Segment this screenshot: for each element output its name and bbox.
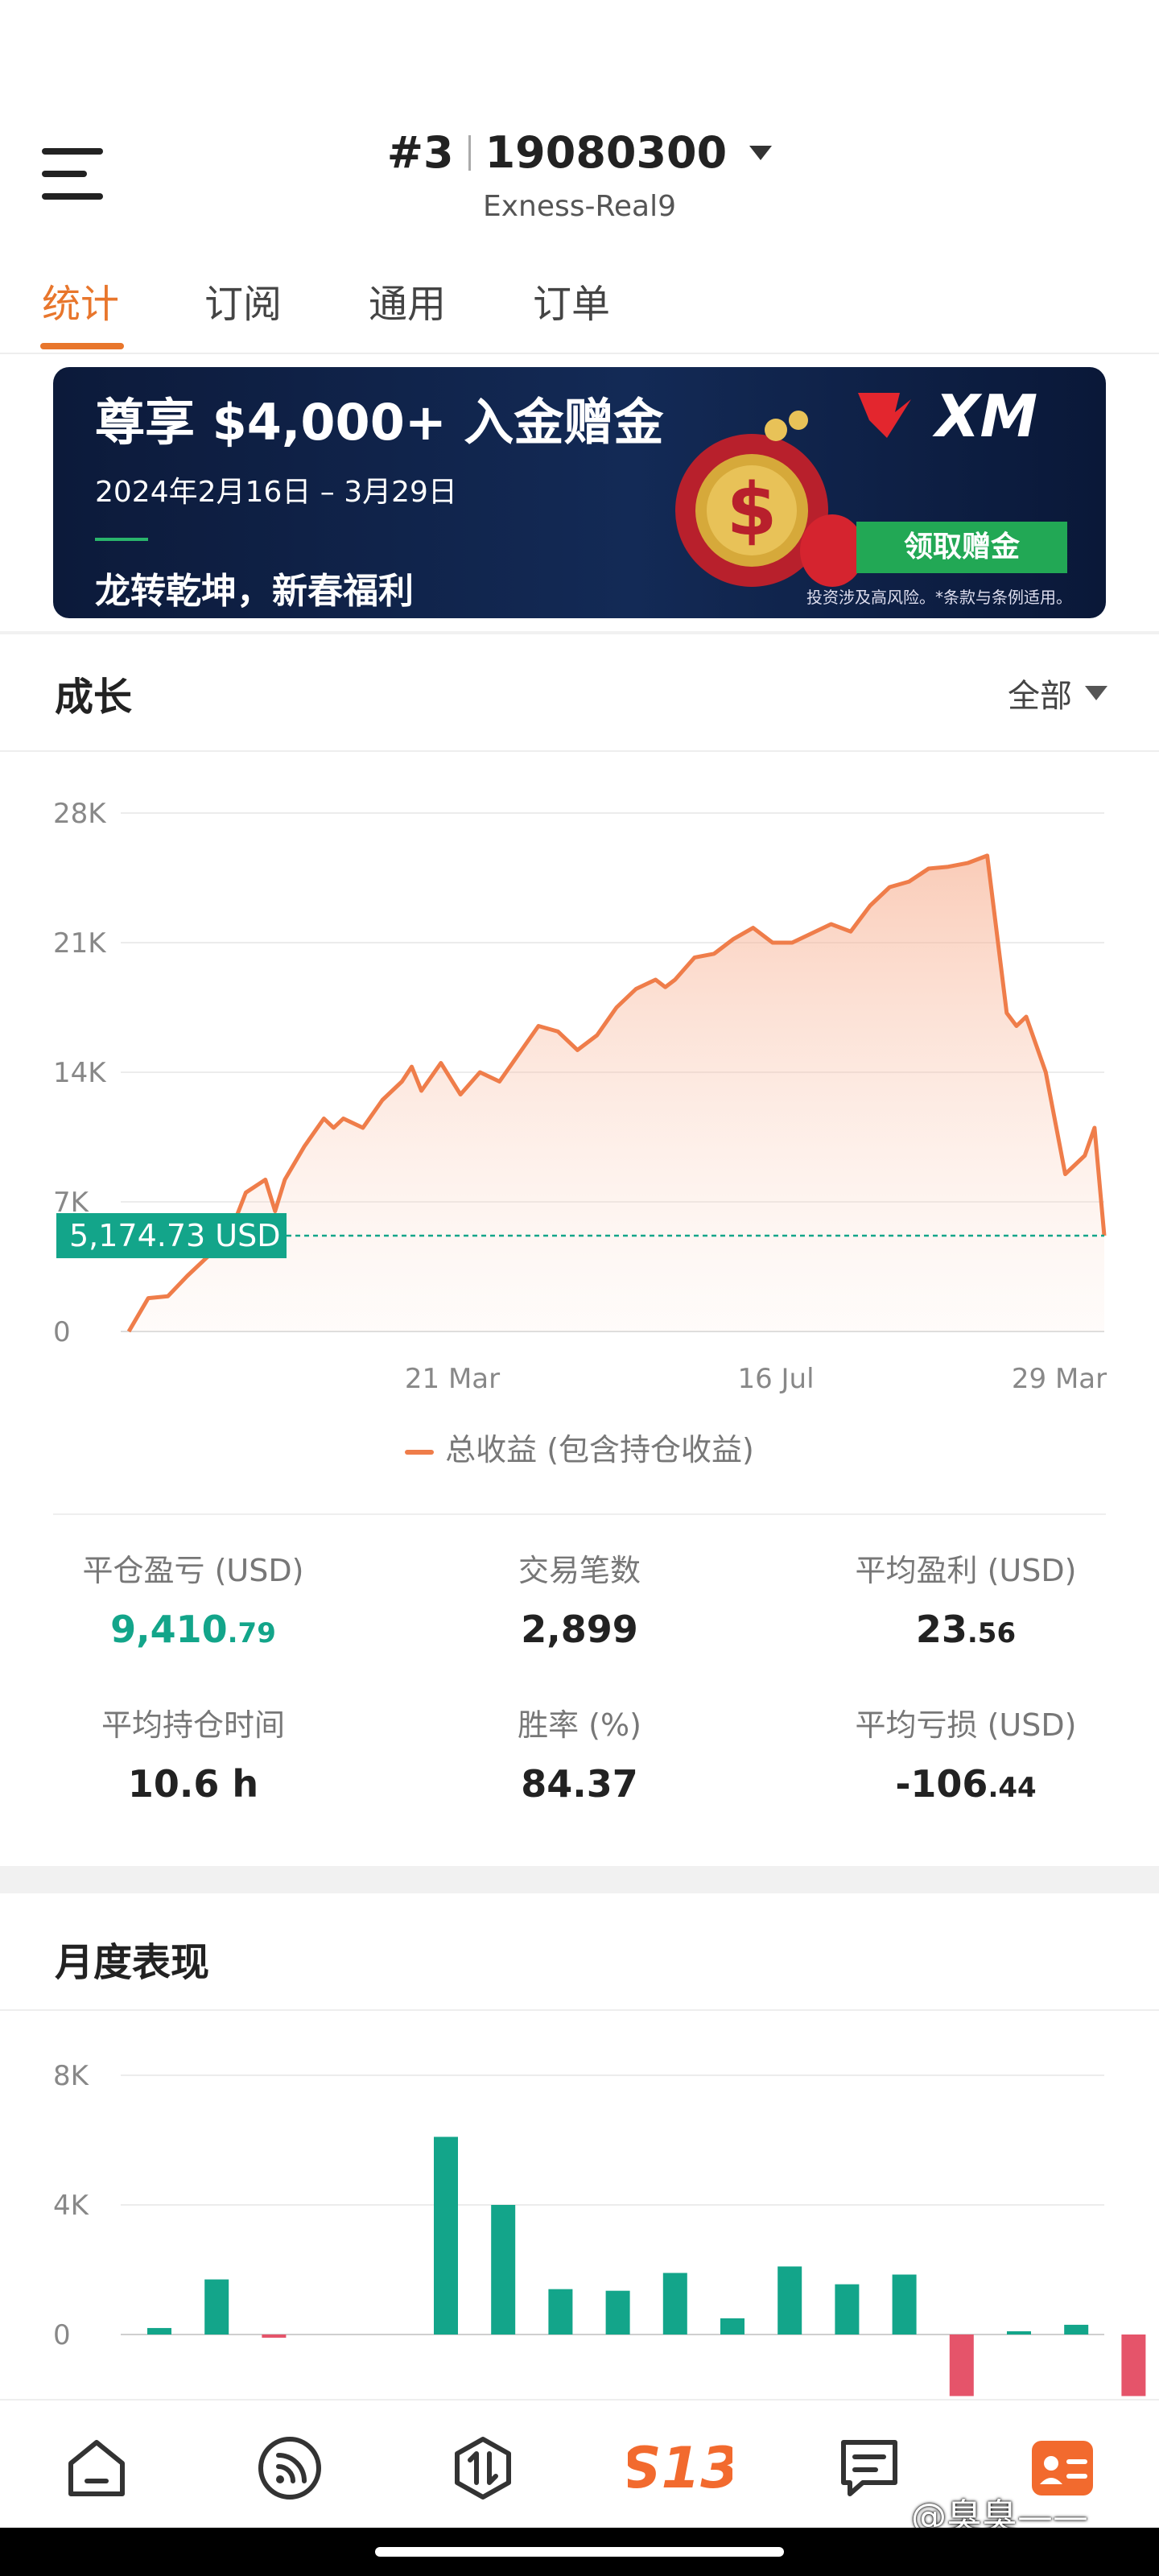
account-separator — [468, 134, 471, 171]
stat-value: -106.44 — [895, 1762, 1037, 1806]
account-selector[interactable]: #3 19080300 — [0, 127, 1159, 178]
stat-item: 交易笔数 2,899 — [386, 1546, 773, 1651]
nav-feed[interactable] — [250, 2428, 330, 2508]
monthly-bar[interactable] — [262, 2334, 287, 2338]
stat-label: 平均盈利 (USD) — [855, 1553, 1077, 1588]
brand-text: XM — [932, 385, 1037, 446]
stat-item: 平仓盈亏 (USD) 9,410.79 — [0, 1546, 386, 1651]
svg-text:$: $ — [727, 468, 777, 552]
monthly-bar[interactable] — [835, 2284, 860, 2334]
monthly-bar[interactable] — [434, 2136, 458, 2334]
growth-area — [129, 855, 1104, 1331]
nav-home[interactable] — [56, 2428, 137, 2508]
monthly-bar[interactable] — [662, 2273, 687, 2334]
section-divider — [0, 1866, 1159, 1893]
account-number: #3 — [386, 127, 454, 178]
banner-date: 2024年2月16日 – 3月29日 — [95, 476, 457, 509]
section-divider — [0, 631, 1159, 634]
stat-label: 胜率 (%) — [518, 1707, 641, 1743]
y-tick-label: 0 — [53, 2319, 71, 2351]
monthly-bar[interactable] — [1121, 2334, 1146, 2396]
current-balance-label: 5,174.73 USD — [69, 1218, 281, 1253]
stat-label: 平均亏损 (USD) — [855, 1707, 1077, 1743]
growth-chart: 28K21K14K7K0 5,174.73 USD 21 Mar 16 Jul 29… — [53, 798, 1107, 1395]
x-tick-label: 21 Mar — [405, 1363, 500, 1395]
stat-label: 交易笔数 — [518, 1553, 641, 1588]
monthly-bar[interactable] — [147, 2327, 171, 2334]
monthly-bar[interactable] — [548, 2289, 573, 2334]
server-name: Exness-Real9 — [482, 190, 677, 223]
monthly-bar[interactable] — [1064, 2324, 1089, 2334]
stat-value: 10.6 h — [127, 1762, 259, 1806]
y-tick-label: 28K — [53, 798, 107, 830]
banner-accent-line — [95, 538, 148, 541]
period-filter[interactable]: 全部 — [1008, 670, 1107, 716]
monthly-bar[interactable] — [1007, 2331, 1031, 2334]
xm-logo: XM — [858, 385, 1037, 446]
risk-note: 投资涉及高风险。*条款与条例适用。 — [806, 588, 1072, 607]
nav-trade[interactable] — [443, 2428, 523, 2508]
message-icon — [841, 2440, 897, 2496]
tab-orders[interactable]: 订单 — [533, 272, 610, 328]
y-tick-label: 14K — [53, 1057, 107, 1089]
stat-item: 平均持仓时间 10.6 h — [0, 1700, 386, 1806]
account-id: 19080300 — [485, 127, 728, 178]
home-icon — [68, 2440, 125, 2496]
growth-title: 成长 — [55, 675, 133, 720]
stat-item: 平均盈利 (USD) 23.56 — [773, 1546, 1159, 1651]
claim-bonus-button[interactable]: 领取赠金 — [856, 522, 1067, 573]
monthly-title: 月度表现 — [55, 1940, 210, 1985]
caret-down-icon — [1085, 686, 1107, 700]
divider — [53, 1513, 1106, 1515]
svg-text:S13: S13 — [628, 2435, 732, 2501]
stat-value: 9,410.79 — [110, 1608, 276, 1651]
nav-s13[interactable]: S13 — [628, 2428, 732, 2508]
monthly-bar[interactable] — [777, 2266, 802, 2334]
stat-value: 2,899 — [521, 1608, 638, 1651]
tab-general[interactable]: 通用 — [369, 272, 446, 328]
x-tick-label: 16 Jul — [737, 1363, 814, 1395]
banner-subtitle: 龙转乾坤，新春福利 — [95, 571, 414, 612]
nav-messages[interactable] — [829, 2428, 909, 2508]
stat-label: 平均持仓时间 — [101, 1707, 285, 1743]
x-tick-label: 29 Mar — [1012, 1363, 1107, 1395]
monthly-bar[interactable] — [204, 2279, 229, 2334]
growth-legend: 总收益 (包含持仓收益) — [0, 1425, 1159, 1469]
y-tick-label: 8K — [53, 2060, 90, 2092]
legend-swatch — [405, 1449, 435, 1455]
y-tick-label: 0 — [53, 1316, 71, 1348]
tab-subscribe[interactable]: 订阅 — [204, 272, 282, 328]
divider — [0, 750, 1159, 752]
home-indicator[interactable] — [375, 2547, 784, 2557]
monthly-bar[interactable] — [491, 2205, 516, 2334]
tab-bar: 统计 订阅 通用 订单 — [0, 266, 1159, 354]
monthly-chart: 8K 4K 0 — [53, 2060, 1146, 2396]
period-filter-label: 全部 — [1008, 678, 1072, 715]
legend-label: 总收益 (包含持仓收益) — [445, 1432, 754, 1468]
promo-banner[interactable]: 尊享 $4,000+ 入金赠金 2024年2月16日 – 3月29日 龙转乾坤，… — [53, 367, 1106, 618]
tab-active-indicator — [40, 343, 124, 349]
feed-icon — [258, 2437, 321, 2500]
stat-item: 平均亏损 (USD) -106.44 — [773, 1700, 1159, 1806]
monthly-bar[interactable] — [720, 2318, 744, 2334]
stat-value: 84.37 — [521, 1762, 638, 1806]
monthly-bar[interactable] — [892, 2274, 917, 2334]
y-tick-label: 21K — [53, 927, 107, 960]
trade-icon — [455, 2437, 511, 2500]
monthly-bar[interactable] — [605, 2290, 630, 2334]
tab-stats[interactable]: 统计 — [42, 272, 119, 328]
monthly-bar[interactable] — [949, 2334, 974, 2396]
stat-label: 平仓盈亏 (USD) — [82, 1553, 304, 1588]
divider — [0, 2009, 1159, 2011]
banner-title: 尊享 $4,000+ 入金赠金 — [95, 393, 664, 452]
s13-logo-icon: S13 — [628, 2435, 732, 2501]
stat-value: 23.56 — [915, 1608, 1017, 1651]
stat-item: 胜率 (%) 84.37 — [386, 1700, 773, 1806]
lucky-bag-coin-icon: $ — [675, 411, 864, 587]
header: #3 19080300 Exness-Real9 — [0, 0, 1159, 242]
caret-down-icon — [749, 145, 773, 160]
y-tick-label: 4K — [53, 2190, 90, 2222]
